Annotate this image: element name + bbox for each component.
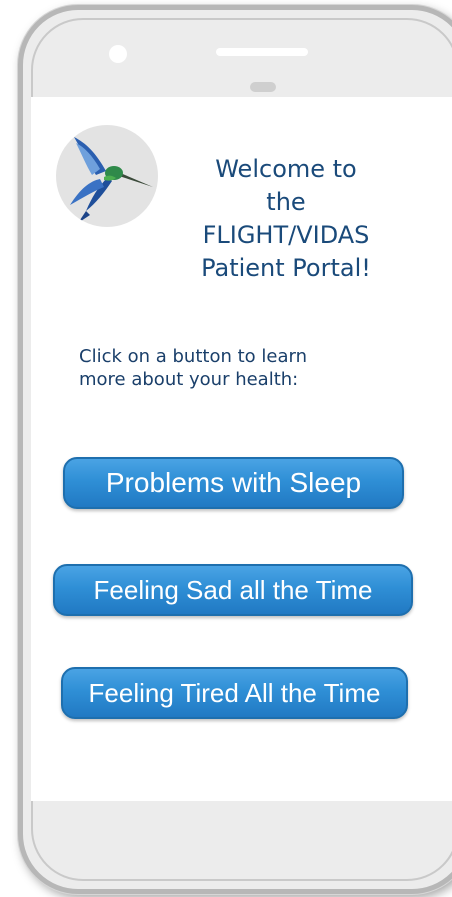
sensor-pill [250,82,276,92]
app-stage: Welcome to the FLIGHT/VIDAS Patient Port… [0,0,452,897]
instruction-line-2: more about your health: [79,369,299,390]
instruction-line-1: Click on a button to learn [79,346,307,367]
speaker-grille [216,48,308,56]
phone-screen: Welcome to the FLIGHT/VIDAS Patient Port… [31,97,452,801]
feeling-sad-button[interactable]: Feeling Sad all the Time [53,564,413,616]
problems-with-sleep-button[interactable]: Problems with Sleep [63,457,404,509]
welcome-line-3: FLIGHT/VIDAS [202,221,370,249]
welcome-title: Welcome to the FLIGHT/VIDAS Patient Port… [161,153,411,285]
welcome-line-1: Welcome to [215,155,357,183]
hummingbird-icon [56,125,158,227]
instruction-text: Click on a button to learn more about yo… [79,345,409,391]
welcome-line-4: Patient Portal! [201,254,371,282]
feeling-tired-button[interactable]: Feeling Tired All the Time [61,667,408,719]
camera-icon [109,45,127,63]
welcome-line-2: the [266,188,306,216]
